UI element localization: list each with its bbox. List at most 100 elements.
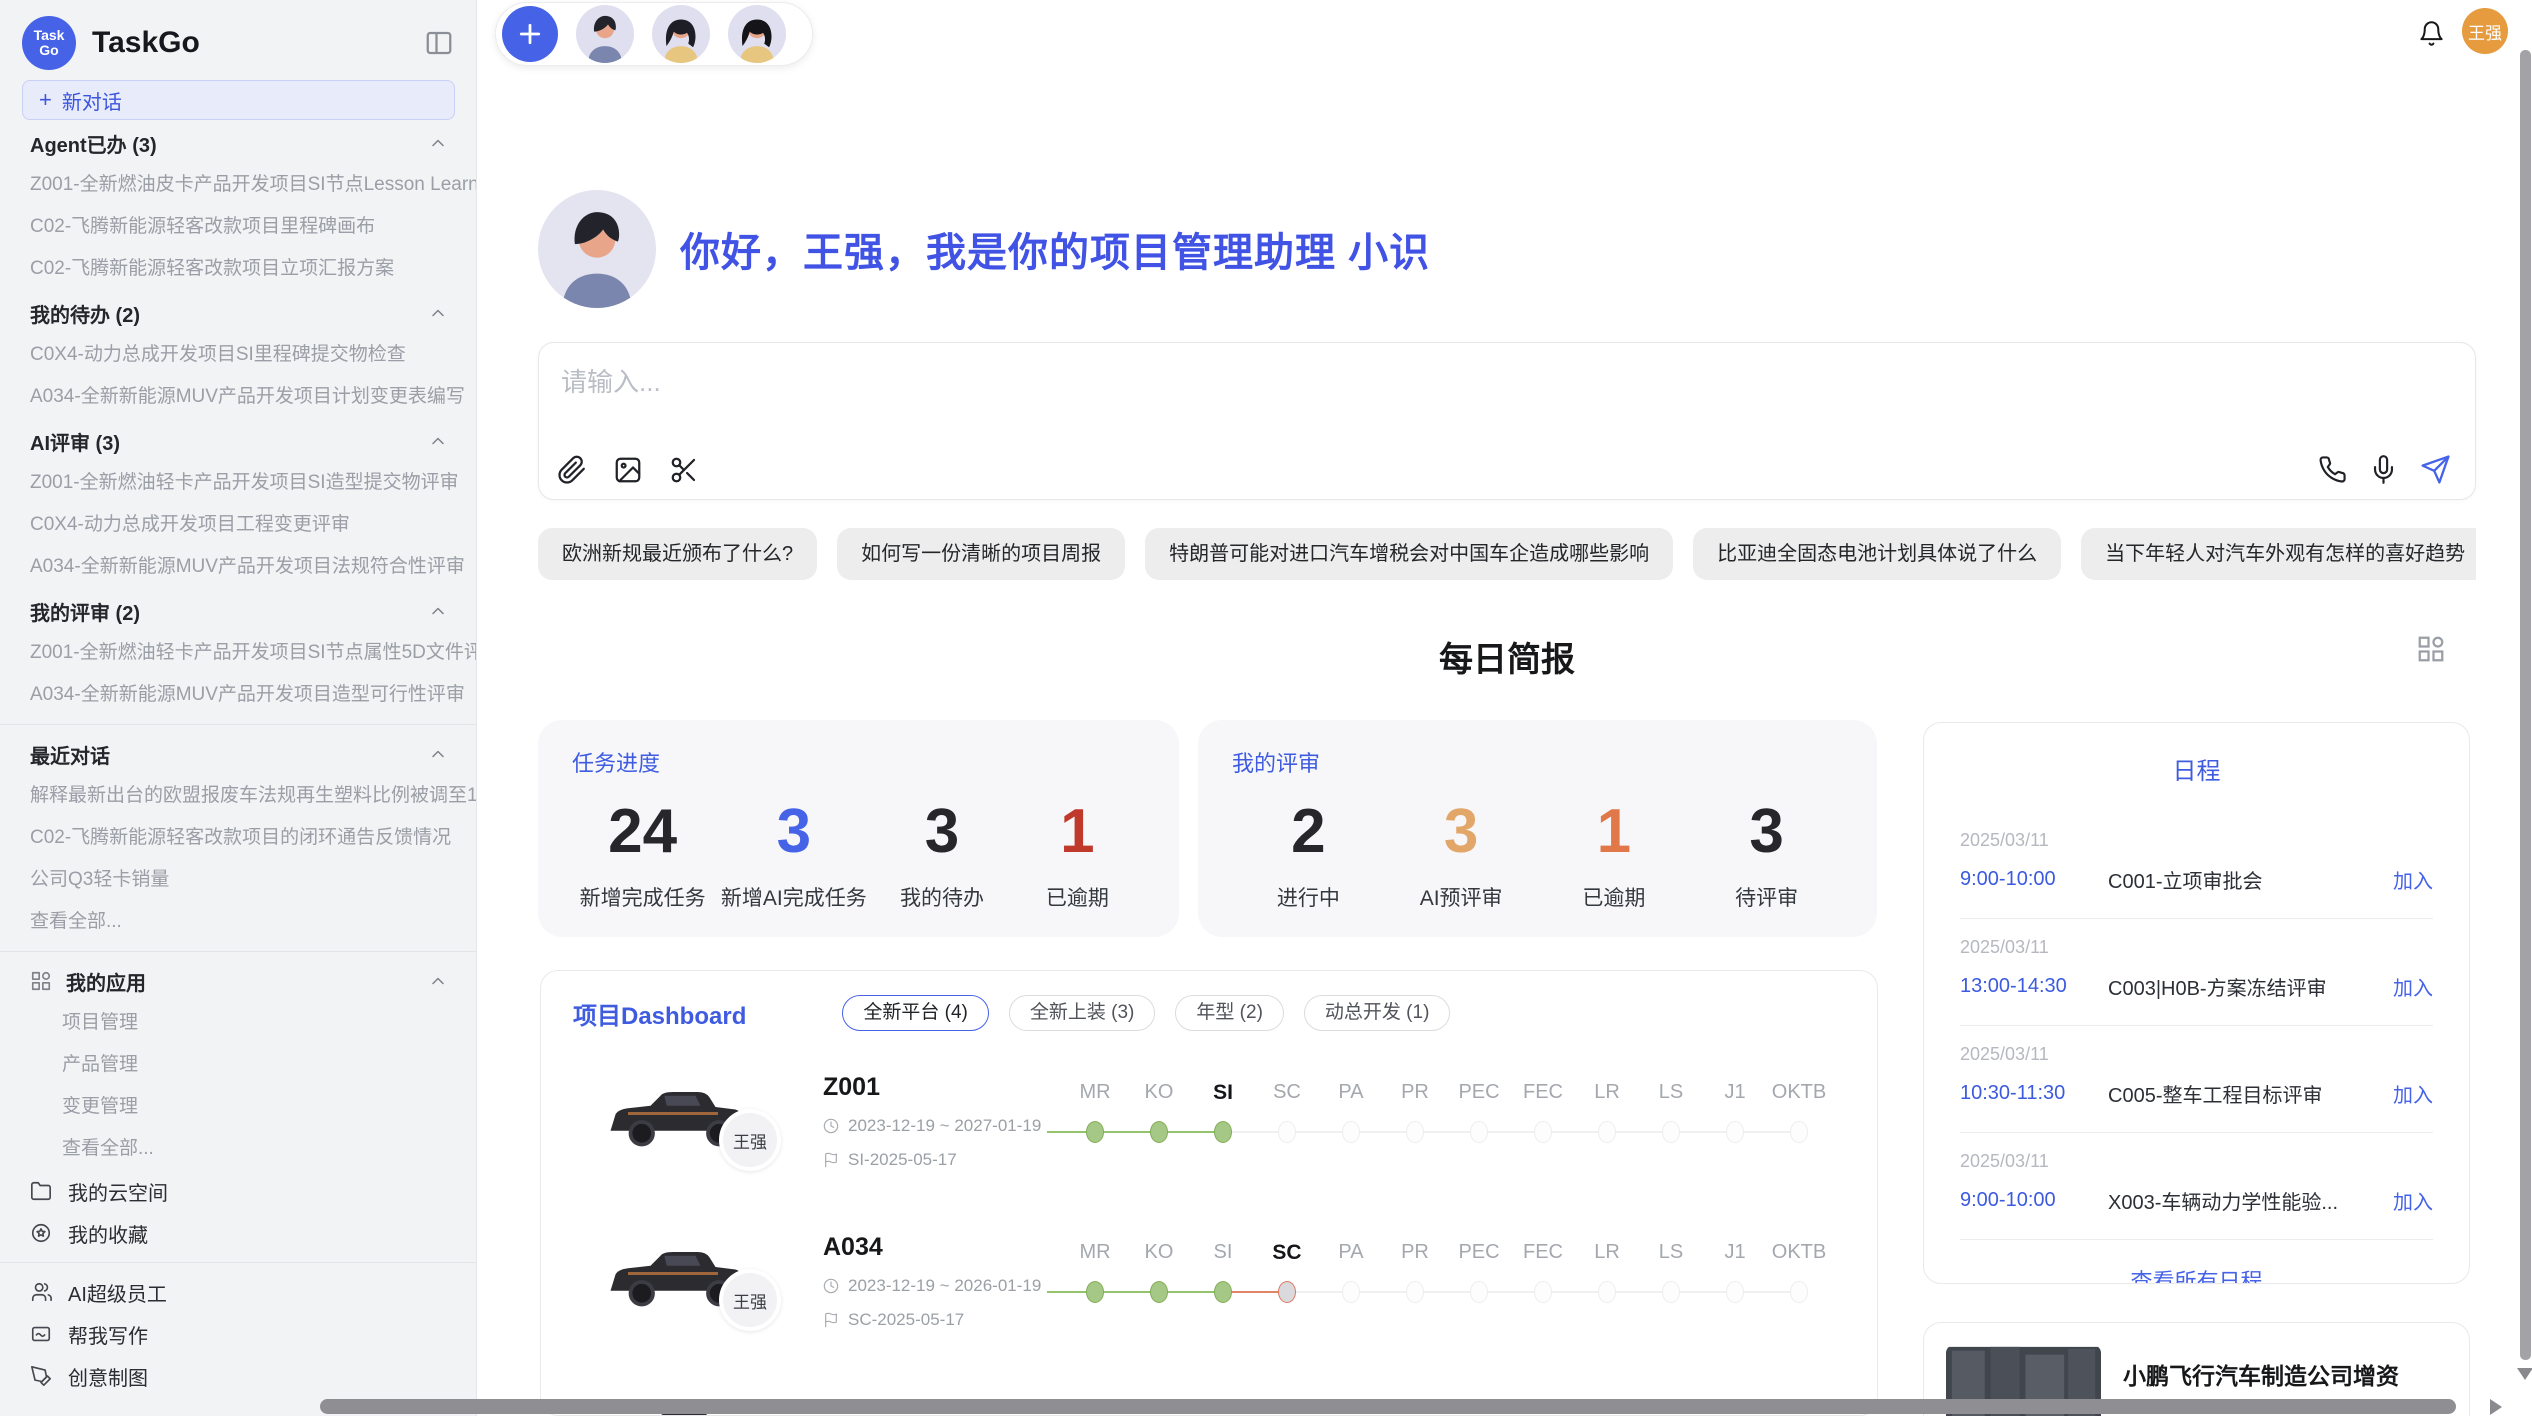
milestone-dot xyxy=(1150,1281,1168,1303)
notification-bell-button[interactable] xyxy=(2418,20,2445,47)
scroll-down-arrow[interactable] xyxy=(2517,1368,2532,1380)
sidebar-task-item[interactable]: Z001-全新燃油轻卡产品开发项目SI造型提交物评审 xyxy=(0,462,476,504)
sidebar-task-item[interactable]: Z001-全新燃油轻卡产品开发项目SI节点属性5D文件评审 xyxy=(0,632,476,674)
project-dates: 2023-12-19 ~ 2026-01-19 xyxy=(823,1276,1058,1296)
stat: 1已逾期 xyxy=(1017,784,1137,912)
sidebar-task-item[interactable]: A034-全新新能源MUV产品开发项目计划变更表编写 xyxy=(0,376,476,418)
view-all-schedule-link[interactable]: 查看所有日程 xyxy=(2130,1264,2262,1284)
paperclip-icon xyxy=(557,455,587,485)
sidebar-task-item[interactable]: C02-飞腾新能源轻客改款项目里程碑画布 xyxy=(0,206,476,248)
sidebar-item-award[interactable]: 我的收藏 xyxy=(0,1212,476,1254)
scroll-right-arrow[interactable] xyxy=(2490,1399,2502,1415)
dashboard-tab[interactable]: 动总开发 (1) xyxy=(1304,995,1451,1031)
assistant-hero: 你好，王强，我是你的项目管理助理 小识 xyxy=(538,190,1430,308)
daily-brief-title: 每日简报 xyxy=(1439,641,1575,679)
stat-label: 已逾期 xyxy=(1017,882,1137,912)
attach-file-button[interactable] xyxy=(557,455,587,485)
logo-line-2: Go xyxy=(39,43,58,58)
agent-avatar[interactable] xyxy=(652,5,710,63)
join-event-button[interactable]: 加入 xyxy=(2393,1079,2433,1108)
microphone-button[interactable] xyxy=(2369,455,2398,484)
milestone-dot xyxy=(1214,1281,1232,1303)
sidebar-storage-links: 我的云空间我的收藏 xyxy=(0,1170,476,1254)
join-event-button[interactable]: 加入 xyxy=(2393,865,2433,894)
event-date: 2025/03/11 xyxy=(1960,830,2433,851)
sidebar-collapse-button[interactable] xyxy=(424,28,454,58)
view-all-chats-link[interactable]: 查看全部... xyxy=(0,901,476,943)
dashboard-tab[interactable]: 年型 (2) xyxy=(1175,995,1284,1031)
person-illustration xyxy=(728,5,786,63)
milestone-label: PA xyxy=(1319,1241,1383,1264)
sidebar-tool-pen[interactable]: 创意制图 xyxy=(0,1355,476,1397)
new-chat-button[interactable]: + 新对话 xyxy=(22,80,455,120)
event-time: 10:30-11:30 xyxy=(1960,1082,2108,1105)
recent-chat-item[interactable]: 解释最新出台的欧盟报废车法规再生塑料比例被调至15%... xyxy=(0,775,476,817)
event-time: 9:00-10:00 xyxy=(1960,868,2108,891)
event-date: 2025/03/11 xyxy=(1960,937,2433,958)
suggestion-chip[interactable]: 如何写一份清晰的项目周报 xyxy=(837,528,1125,580)
sidebar-apps-header[interactable]: 我的应用 xyxy=(0,960,476,1002)
user-avatar[interactable]: 王强 xyxy=(2462,8,2508,54)
add-agent-button[interactable] xyxy=(502,6,558,62)
sidebar-item-folder[interactable]: 我的云空间 xyxy=(0,1170,476,1212)
stat-value: 2 xyxy=(1248,784,1368,880)
send-button[interactable] xyxy=(2420,454,2451,485)
brief-layout-button[interactable] xyxy=(2416,634,2446,664)
recent-chat-item[interactable]: C02-飞腾新能源轻客改款项目的闭环通告反馈情况 xyxy=(0,817,476,859)
suggestion-chip[interactable]: 特朗普可能对进口汽车增税会对中国车企造成哪些影响 xyxy=(1145,528,1673,580)
suggestion-chip[interactable]: 欧洲新规最近颁布了什么? xyxy=(538,528,817,580)
join-event-button[interactable]: 加入 xyxy=(2393,972,2433,1001)
project-info: Z0012023-12-19 ~ 2027-01-19SI-2025-05-17 xyxy=(823,1073,1058,1170)
sidebar-section-header[interactable]: AI评审 (3) xyxy=(0,420,476,462)
sidebar-task-item[interactable]: C0X4-动力总成开发项目工程变更评审 xyxy=(0,504,476,546)
news-title: 小鹏飞行汽车制造公司增资 xyxy=(2123,1357,2447,1391)
recent-chat-item[interactable]: 公司Q3轻卡销量 xyxy=(0,859,476,901)
suggestion-chip[interactable]: 比亚迪全固态电池计划具体说了什么 xyxy=(1693,528,2061,580)
owner-avatar: 王强 xyxy=(719,1269,781,1331)
milestone-label: PEC xyxy=(1447,1081,1511,1104)
screenshot-button[interactable] xyxy=(669,455,699,485)
milestone-dot xyxy=(1470,1281,1488,1303)
vertical-scrollbar-thumb[interactable] xyxy=(2520,50,2531,1360)
sidebar-task-sections: Agent已办 (3)Z001-全新燃油皮卡产品开发项目SI节点Lesson L… xyxy=(0,122,476,716)
sidebar-app-item[interactable]: 产品管理 xyxy=(0,1044,476,1086)
horizontal-scrollbar-thumb[interactable] xyxy=(320,1399,2456,1414)
schedule-event-list: 2025/03/119:00-10:00C001-立项审批会加入2025/03/… xyxy=(1960,812,2433,1240)
sidebar-task-item[interactable]: C0X4-动力总成开发项目SI里程碑提交物检查 xyxy=(0,334,476,376)
view-all-apps-link[interactable]: 查看全部... xyxy=(0,1128,476,1170)
suggestion-chip[interactable]: 当下年轻人对汽车外观有怎样的喜好趋势 xyxy=(2081,528,2476,580)
sidebar-task-item[interactable]: A034-全新新能源MUV产品开发项目法规符合性评审 xyxy=(0,546,476,588)
milestone-label: LR xyxy=(1575,1241,1639,1264)
dashboard-tab[interactable]: 全新平台 (4) xyxy=(842,995,989,1031)
chevron-up-icon xyxy=(428,133,448,153)
message-composer xyxy=(538,342,2476,500)
sidebar-app-item[interactable]: 变更管理 xyxy=(0,1086,476,1128)
milestone-label: PR xyxy=(1383,1241,1447,1264)
sidebar-recent-header[interactable]: 最近对话 xyxy=(0,733,476,775)
sidebar-task-item[interactable]: C02-飞腾新能源轻客改款项目立项汇报方案 xyxy=(0,248,476,290)
sidebar-app-item[interactable]: 项目管理 xyxy=(0,1002,476,1044)
sidebar-tool-write[interactable]: 帮我写作 xyxy=(0,1313,476,1355)
join-event-button[interactable]: 加入 xyxy=(2393,1186,2433,1215)
milestone-label: LS xyxy=(1639,1081,1703,1104)
sidebar-section-header[interactable]: 我的评审 (2) xyxy=(0,590,476,632)
dashboard-tab[interactable]: 全新上装 (3) xyxy=(1009,995,1156,1031)
milestone-dot xyxy=(1278,1281,1296,1303)
stat-label: 待评审 xyxy=(1707,882,1827,912)
sidebar-task-item[interactable]: A034-全新新能源MUV产品开发项目造型可行性评审 xyxy=(0,674,476,716)
clock-icon xyxy=(823,1118,839,1134)
sidebar-section-header[interactable]: Agent已办 (3) xyxy=(0,122,476,164)
logo-line-1: Task xyxy=(34,28,65,43)
stat-value: 3 xyxy=(882,784,1002,880)
agent-avatar[interactable] xyxy=(728,5,786,63)
sidebar-tool-users[interactable]: AI超级员工 xyxy=(0,1271,476,1313)
message-input[interactable] xyxy=(561,367,1961,398)
attach-image-button[interactable] xyxy=(613,455,643,485)
sidebar-task-item[interactable]: Z001-全新燃油皮卡产品开发项目SI节点Lesson Learn报告 xyxy=(0,164,476,206)
project-row[interactable]: 王强Z0012023-12-19 ~ 2027-01-19SI-2025-05-… xyxy=(541,1051,1877,1211)
agent-avatar[interactable] xyxy=(576,5,634,63)
milestone-dot xyxy=(1086,1281,1104,1303)
sidebar-section-header[interactable]: 我的待办 (2) xyxy=(0,292,476,334)
voice-call-button[interactable] xyxy=(2318,455,2347,484)
project-row[interactable]: 王强A0342023-12-19 ~ 2026-01-19SC-2025-05-… xyxy=(541,1211,1877,1371)
